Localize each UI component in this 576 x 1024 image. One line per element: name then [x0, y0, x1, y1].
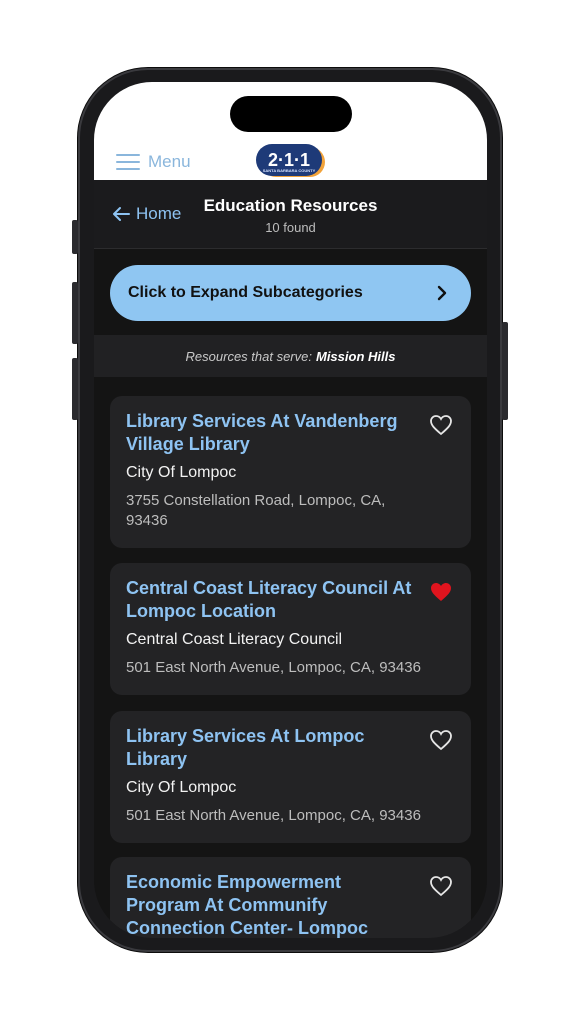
resource-name[interactable]: Library Services At Vandenberg Village L…: [126, 410, 416, 456]
resource-organization: Central Coast Literacy Council: [126, 631, 343, 648]
serve-location: Mission Hills: [315, 348, 396, 364]
phone-side-button: [72, 220, 78, 254]
resource-card[interactable]: Central Coast Literacy Council At Lompoc…: [110, 563, 471, 695]
menu-label: Menu: [148, 152, 191, 171]
app-logo: 2·1·1 SANTA BARBARA COUNTY: [256, 144, 322, 176]
resource-name[interactable]: Library Services At Lompoc Library: [126, 725, 416, 771]
resource-name[interactable]: Central Coast Literacy Council At Lompoc…: [126, 577, 416, 623]
resource-organization: City Of Lompoc: [126, 779, 237, 796]
resource-address: 501 East North Avenue, Lompoc, CA, 93436: [126, 659, 421, 676]
back-label: Home: [136, 204, 182, 223]
resource-organization: City Of Lompoc: [126, 464, 237, 481]
phone-volume-up-button: [72, 282, 78, 344]
serve-prefix: Resources that serve:: [185, 348, 312, 364]
app-screen: Menu 2·1·1 SANTA BARBARA COUNTY Home Edu…: [94, 82, 487, 938]
serve-location-banner: Resources that serve: Mission Hills: [94, 335, 487, 377]
resource-card[interactable]: Library Services At Lompoc Library City …: [110, 711, 471, 843]
resource-card[interactable]: Economic Empowerment Program At Communif…: [110, 857, 471, 938]
expand-subcategories-button[interactable]: Click to Expand Subcategories: [110, 265, 471, 321]
logo-subtext: SANTA BARBARA COUNTY: [262, 168, 316, 173]
phone-volume-down-button: [72, 358, 78, 420]
navigation-bar: Home Education Resources 10 found: [94, 180, 487, 249]
menu-button[interactable]: Menu: [116, 152, 191, 172]
dynamic-island: [230, 96, 352, 132]
resource-address: 3755 Constellation Road, Lompoc, CA, 934…: [126, 492, 386, 529]
page-title-block: Education Resources 10 found: [194, 196, 387, 235]
heart-outline-icon[interactable]: [429, 875, 453, 897]
resource-card[interactable]: Library Services At Vandenberg Village L…: [110, 396, 471, 548]
resource-address: 501 East North Avenue, Lompoc, CA, 93436: [126, 807, 421, 824]
heart-filled-icon[interactable]: [429, 581, 453, 603]
heart-outline-icon[interactable]: [429, 414, 453, 436]
page-title: Education Resources: [203, 196, 378, 215]
hamburger-icon: [116, 154, 140, 170]
arrow-left-icon: [113, 207, 130, 221]
result-count: 10 found: [265, 220, 316, 235]
phone-power-button: [502, 322, 508, 420]
heart-outline-icon[interactable]: [429, 729, 453, 751]
resource-name[interactable]: Economic Empowerment Program At Communif…: [126, 871, 416, 938]
back-button[interactable]: Home: [112, 204, 181, 224]
expand-subcategories-label: Click to Expand Subcategories: [128, 284, 363, 301]
chevron-right-icon: [437, 285, 447, 301]
